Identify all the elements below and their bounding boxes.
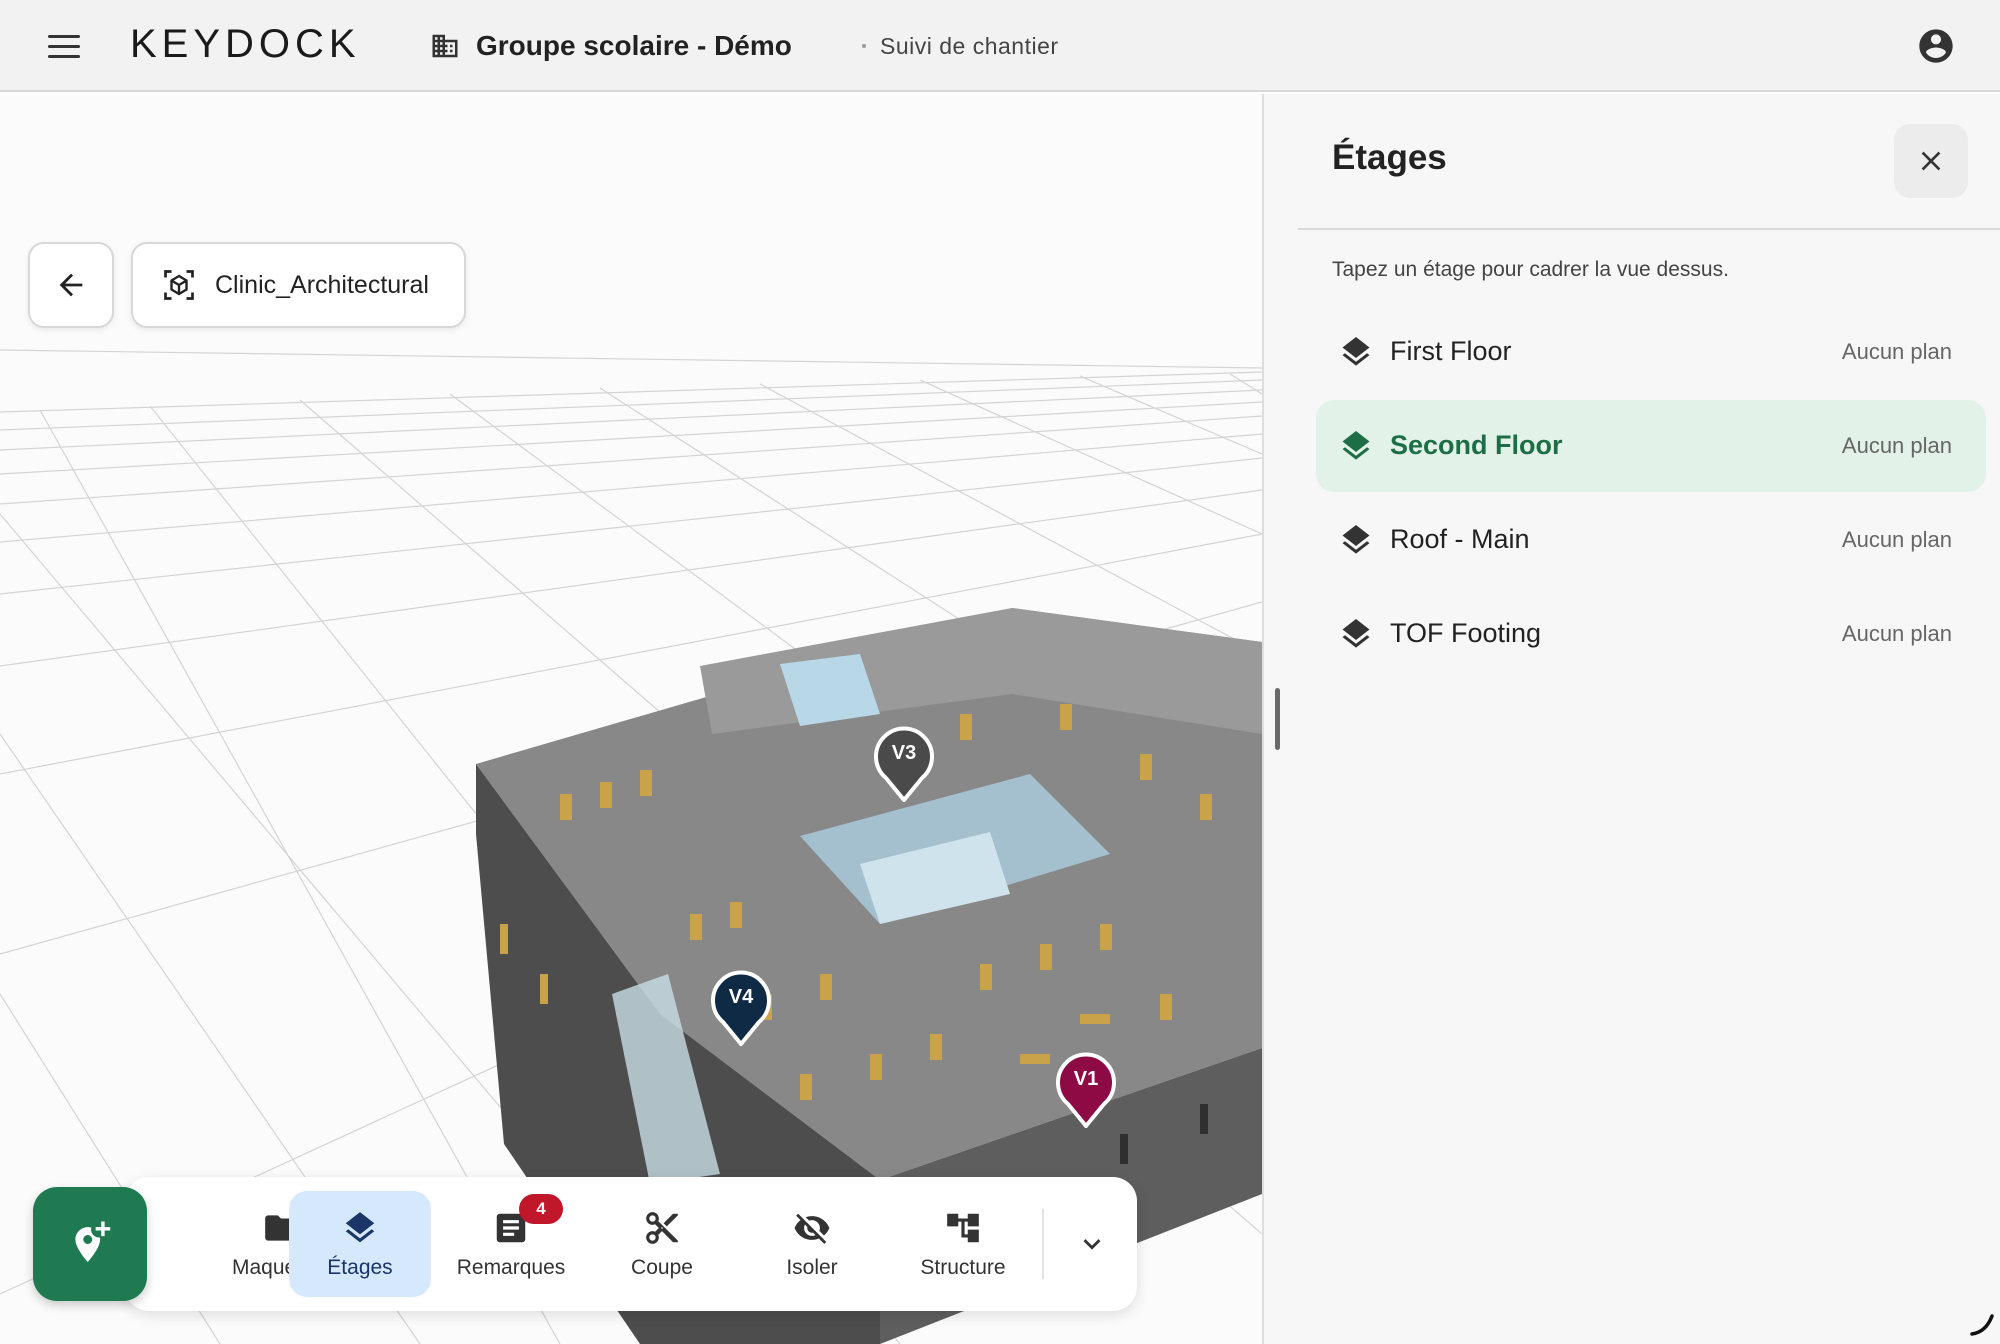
chevron-down-icon: [1083, 1239, 1101, 1250]
tool-coupe[interactable]: Coupe: [591, 1191, 733, 1297]
toolbar-divider: [1042, 1209, 1044, 1279]
model-name: Clinic_Architectural: [215, 270, 429, 299]
tool-structure[interactable]: Structure: [892, 1191, 1034, 1297]
add-location-button[interactable]: [33, 1187, 147, 1301]
breadcrumb-label: Suivi de chantier: [880, 32, 1059, 59]
panel-title: Étages: [1332, 138, 1447, 177]
map-pin-icon: [874, 726, 934, 804]
model-selector-chip[interactable]: Clinic_Architectural: [131, 242, 466, 328]
keydock-logo[interactable]: KEYDOCK: [130, 22, 361, 72]
logo-text: KEYDOCK: [130, 22, 361, 66]
floor-name: First Floor: [1390, 336, 1512, 366]
notes-icon: 4: [491, 1194, 563, 1248]
3d-viewer[interactable]: Clinic_Architectural V3 V4 V1: [0, 94, 1262, 1344]
floor-plan-status: Aucun plan: [1841, 621, 1952, 646]
tool-label: Coupe: [631, 1256, 693, 1279]
viewpoint-pin-v4[interactable]: V4: [709, 970, 773, 1048]
floor-item-second-floor[interactable]: Second Floor Aucun plan: [1316, 400, 1986, 492]
tree-structure-icon: [943, 1208, 983, 1248]
layers-icon: [340, 1208, 380, 1248]
project-title: Groupe scolaire - Démo: [476, 30, 792, 61]
map-pin-icon: [1056, 1052, 1116, 1130]
floor-item-roof-main[interactable]: Roof - Main Aucun plan: [1316, 494, 1986, 586]
close-panel-button[interactable]: [1894, 124, 1968, 198]
floor-name: TOF Footing: [1390, 618, 1542, 648]
building-icon: [432, 34, 458, 58]
tool-remarques[interactable]: 4 Remarques: [440, 1191, 582, 1297]
floor-name: Roof - Main: [1390, 524, 1530, 554]
floor-plan-status: Aucun plan: [1841, 433, 1952, 458]
remarques-count-badge: 4: [519, 1194, 563, 1224]
scissors-icon: [642, 1208, 682, 1248]
layers-icon: [1342, 525, 1370, 554]
hamburger-menu-icon[interactable]: [38, 26, 90, 66]
tool-label: Structure: [920, 1256, 1006, 1279]
tool-label: Remarques: [456, 1256, 566, 1279]
floor-plan-status: Aucun plan: [1841, 527, 1952, 552]
more-tools-button[interactable]: [1065, 1217, 1119, 1271]
3d-model-icon: [164, 270, 194, 300]
layers-icon: [1342, 619, 1370, 648]
floors-panel: Étages Tapez un étage pour cadrer la vue…: [1262, 94, 2000, 1344]
floor-item-first-floor[interactable]: First Floor Aucun plan: [1316, 306, 1986, 398]
project-selector[interactable]: Groupe scolaire - Démo: [430, 26, 792, 66]
tool-label: Étages: [327, 1256, 393, 1279]
viewpoint-pin-v3[interactable]: V3: [872, 726, 936, 804]
breadcrumb-separator: [862, 44, 866, 48]
layers-icon: [1342, 337, 1370, 366]
floor-plan-status: Aucun plan: [1841, 339, 1952, 364]
panel-resize-handle[interactable]: [1275, 688, 1280, 750]
layers-icon: [1342, 431, 1370, 460]
account-circle-icon[interactable]: [1916, 26, 1956, 66]
add-location-icon: [75, 1221, 111, 1262]
floor-name: Second Floor: [1390, 430, 1563, 460]
tool-etages[interactable]: Étages: [289, 1191, 431, 1297]
loading-spinner-icon: [1970, 1314, 1994, 1336]
floor-item-tof-footing[interactable]: TOF Footing Aucun plan: [1316, 588, 1986, 680]
panel-hint: Tapez un étage pour cadrer la vue dessus…: [1332, 258, 1729, 281]
tool-label: Isoler: [786, 1256, 838, 1279]
close-icon: [1921, 151, 1941, 171]
tool-isoler[interactable]: Isoler: [741, 1191, 883, 1297]
eye-off-icon: [792, 1208, 832, 1248]
arrow-left-icon: [59, 273, 83, 297]
back-button[interactable]: [28, 242, 114, 328]
viewpoint-pin-v1[interactable]: V1: [1054, 1052, 1118, 1130]
breadcrumb[interactable]: Suivi de chantier: [862, 30, 1059, 62]
panel-divider: [1298, 228, 2000, 230]
bottom-toolbar: Maquettes Étages 4 Remarques Coupe Isole…: [125, 1177, 1137, 1311]
top-app-bar: KEYDOCK Groupe scolaire - Démo Suivi de …: [0, 0, 2000, 92]
map-pin-icon: [711, 970, 771, 1048]
